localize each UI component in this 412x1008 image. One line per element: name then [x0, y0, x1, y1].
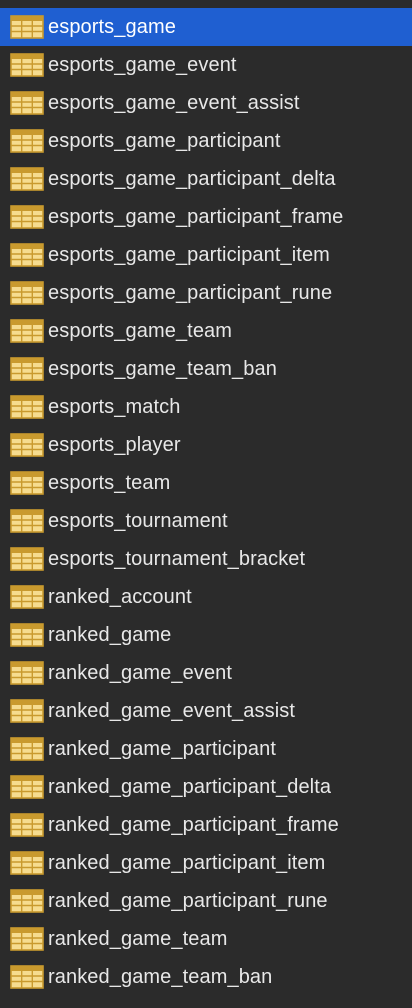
table-row[interactable]: ranked_game_participant_item	[0, 844, 412, 882]
table-name-label: esports_game_event_assist	[48, 92, 300, 114]
table-icon	[10, 433, 44, 457]
table-icon	[10, 471, 44, 495]
table-row[interactable]: esports_game_team_ban	[0, 350, 412, 388]
table-name-label: esports_tournament_bracket	[48, 548, 306, 570]
table-name-label: esports_game	[48, 16, 176, 38]
table-icon	[10, 965, 44, 989]
table-icon	[10, 547, 44, 571]
table-row[interactable]: esports_game_participant_rune	[0, 274, 412, 312]
table-row[interactable]: ranked_account	[0, 578, 412, 616]
table-name-label: esports_game_participant	[48, 130, 281, 152]
table-icon	[10, 509, 44, 533]
table-name-label: ranked_game_participant_frame	[48, 814, 339, 836]
table-row[interactable]: ranked_game_participant	[0, 730, 412, 768]
table-row[interactable]: ranked_game_participant_rune	[0, 882, 412, 920]
table-icon	[10, 281, 44, 305]
table-row[interactable]: ranked_game	[0, 616, 412, 654]
table-name-label: esports_game_participant_delta	[48, 168, 336, 190]
table-name-label: ranked_game_team_ban	[48, 966, 273, 988]
table-icon	[10, 623, 44, 647]
table-row[interactable]: esports_game_participant_frame	[0, 198, 412, 236]
table-icon	[10, 813, 44, 837]
table-icon	[10, 927, 44, 951]
table-row[interactable]: ranked_game_event	[0, 654, 412, 692]
table-name-label: esports_game_participant_rune	[48, 282, 333, 304]
table-icon	[10, 585, 44, 609]
table-row[interactable]: esports_game_event_assist	[0, 84, 412, 122]
table-name-label: ranked_game_participant_delta	[48, 776, 332, 798]
table-row[interactable]: esports_game_event	[0, 46, 412, 84]
table-icon	[10, 319, 44, 343]
table-row[interactable]: esports_tournament	[0, 502, 412, 540]
table-row[interactable]: ranked_game_participant_delta	[0, 768, 412, 806]
table-row[interactable]: ranked_game_team	[0, 920, 412, 958]
table-row[interactable]: esports_game_participant_delta	[0, 160, 412, 198]
table-icon	[10, 889, 44, 913]
table-name-label: esports_game_team	[48, 320, 233, 342]
table-name-label: ranked_game	[48, 624, 172, 646]
table-name-label: esports_tournament	[48, 510, 228, 532]
table-name-label: esports_game_event	[48, 54, 237, 76]
table-icon	[10, 205, 44, 229]
table-row[interactable]: esports_game_participant_item	[0, 236, 412, 274]
table-icon	[10, 167, 44, 191]
table-row[interactable]: esports_game_team	[0, 312, 412, 350]
table-name-label: esports_game_participant_frame	[48, 206, 344, 228]
table-icon	[10, 243, 44, 267]
table-icon	[10, 53, 44, 77]
table-name-label: esports_game_participant_item	[48, 244, 330, 266]
table-row[interactable]: esports_tournament_bracket	[0, 540, 412, 578]
table-name-label: ranked_account	[48, 586, 192, 608]
table-name-label: esports_match	[48, 396, 181, 418]
table-icon	[10, 737, 44, 761]
table-row[interactable]: ranked_game_participant_frame	[0, 806, 412, 844]
table-name-label: ranked_game_participant_rune	[48, 890, 328, 912]
table-icon	[10, 395, 44, 419]
table-icon	[10, 699, 44, 723]
table-list: esports_game esports_game_event esports_ga…	[0, 0, 412, 1008]
table-icon	[10, 15, 44, 39]
table-row[interactable]: ranked_game_event_assist	[0, 692, 412, 730]
table-row[interactable]: esports_game_participant	[0, 122, 412, 160]
table-row[interactable]: esports_player	[0, 426, 412, 464]
table-name-label: esports_player	[48, 434, 181, 456]
table-row[interactable]: esports_team	[0, 464, 412, 502]
table-row[interactable]: esports_match	[0, 388, 412, 426]
table-row[interactable]: ranked_game_team_ban	[0, 958, 412, 996]
table-row[interactable]: esports_game	[0, 8, 412, 46]
table-icon	[10, 129, 44, 153]
table-name-label: esports_game_team_ban	[48, 358, 277, 380]
table-name-label: ranked_game_team	[48, 928, 228, 950]
table-icon	[10, 775, 44, 799]
table-name-label: ranked_game_participant	[48, 738, 277, 760]
table-name-label: ranked_game_event	[48, 662, 233, 684]
table-icon	[10, 661, 44, 685]
table-icon	[10, 357, 44, 381]
table-name-label: ranked_game_participant_item	[48, 852, 326, 874]
table-icon	[10, 91, 44, 115]
table-icon	[10, 851, 44, 875]
table-name-label: ranked_game_event_assist	[48, 700, 295, 722]
table-name-label: esports_team	[48, 472, 171, 494]
